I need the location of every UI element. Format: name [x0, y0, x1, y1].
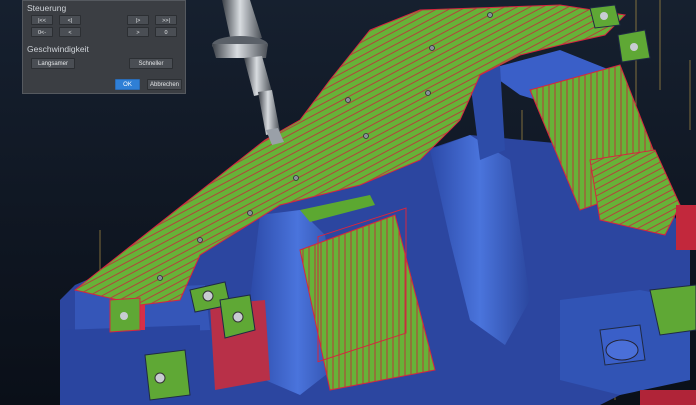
- cancel-button[interactable]: Abbrechen: [147, 79, 182, 90]
- steuerung-title: Steuerung: [27, 3, 67, 13]
- rewind-button[interactable]: 0<-: [31, 27, 53, 37]
- simulation-control-dialog: Steuerung |<< <| |> >>| 0<- < > 0 Geschw…: [22, 0, 186, 94]
- reset-button[interactable]: 0: [155, 27, 177, 37]
- step-forward-button[interactable]: |>: [127, 15, 149, 25]
- slower-button[interactable]: Langsamer: [31, 58, 75, 69]
- bottom-red-fixture: [640, 390, 696, 405]
- play-backward-button[interactable]: <: [59, 27, 81, 37]
- ok-button[interactable]: OK: [115, 79, 140, 90]
- jump-to-end-button[interactable]: >>|: [155, 15, 177, 25]
- play-forward-button[interactable]: >: [127, 27, 149, 37]
- geschwindigkeit-title: Geschwindigkeit: [27, 44, 89, 54]
- jump-to-start-button[interactable]: |<<: [31, 15, 53, 25]
- step-back-button[interactable]: <|: [59, 15, 81, 25]
- right-red-fixture: [676, 205, 696, 250]
- faster-button[interactable]: Schneller: [129, 58, 173, 69]
